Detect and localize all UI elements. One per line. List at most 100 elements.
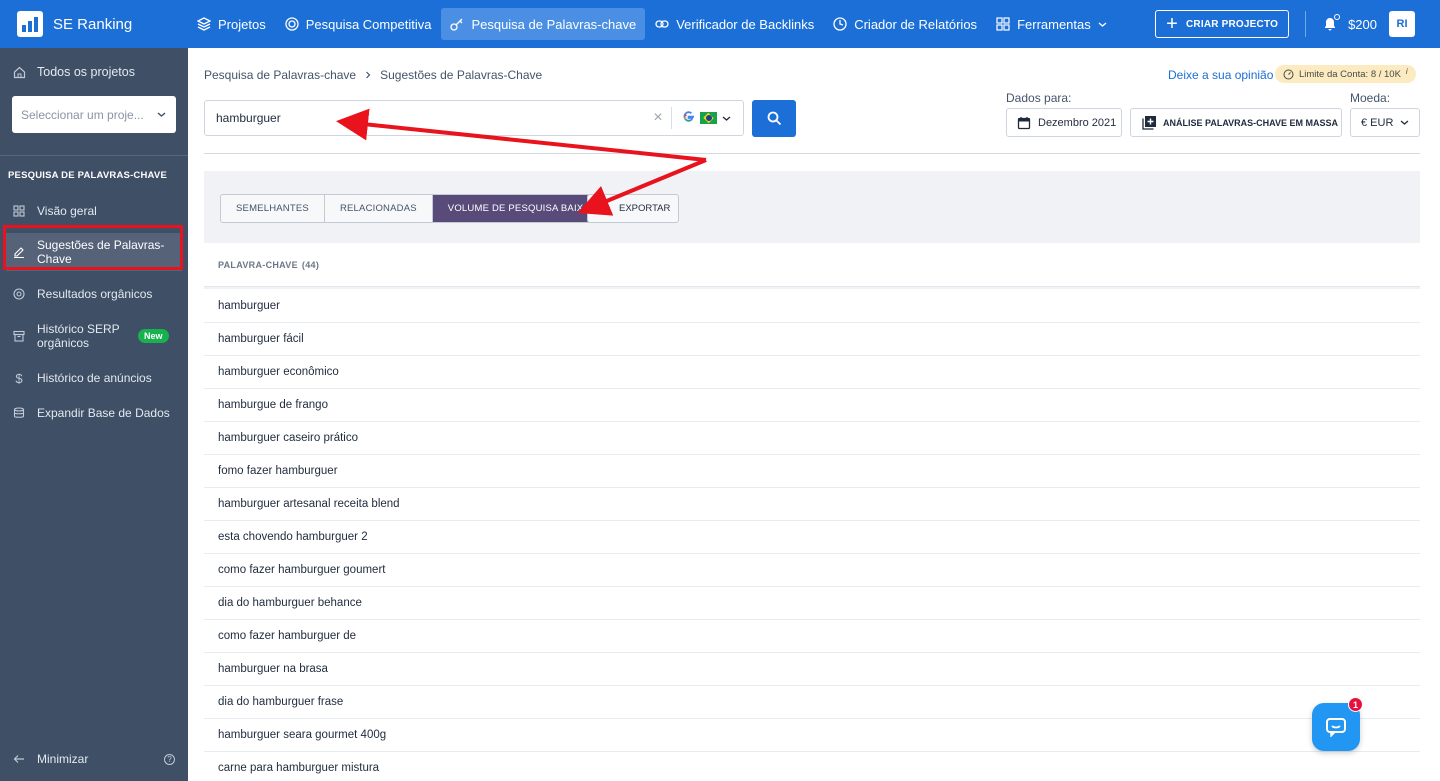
- divider: [1305, 11, 1307, 37]
- sidebar-item-label: Histórico SERP orgânicos: [37, 322, 120, 350]
- table-row[interactable]: hamburguer econômico: [204, 355, 1420, 388]
- column-header-keyword[interactable]: PALAVRA-CHAVE: [218, 260, 298, 270]
- nav-label: Pesquisa de Palavras-chave: [471, 16, 637, 32]
- date-picker-button[interactable]: Dezembro 2021: [1006, 108, 1122, 137]
- table-row[interactable]: fomo fazer hamburguer: [204, 454, 1420, 487]
- table-row[interactable]: hamburguer na brasa: [204, 652, 1420, 685]
- chat-notification-badge: 1: [1348, 697, 1363, 712]
- table-row[interactable]: hamburguer seara gourmet 400g: [204, 718, 1420, 751]
- table-header: PALAVRA-CHAVE (44): [204, 243, 1420, 287]
- chevron-down-icon: [157, 112, 166, 117]
- date-value: Dezembro 2021: [1038, 116, 1117, 129]
- nav-projetos[interactable]: Projetos: [188, 8, 275, 40]
- new-badge: New: [138, 329, 169, 343]
- table-row[interactable]: carne para hamburguer mistura: [204, 751, 1420, 781]
- breadcrumb-item[interactable]: Pesquisa de Palavras-chave: [204, 68, 356, 82]
- help-icon[interactable]: ?: [164, 753, 175, 765]
- scrollbar[interactable]: [1425, 48, 1440, 781]
- dollar-icon: $: [15, 370, 23, 386]
- clear-icon[interactable]: ×: [645, 109, 671, 127]
- brazil-flag-icon: [700, 112, 717, 124]
- account-balance[interactable]: $200: [1348, 17, 1377, 32]
- nav-ferramentas[interactable]: Ferramentas: [987, 8, 1116, 40]
- grid-icon: [13, 205, 25, 217]
- currency-select[interactable]: € EUR: [1350, 108, 1420, 137]
- nav-label: Verificador de Backlinks: [676, 16, 815, 32]
- target-icon: [285, 17, 299, 31]
- nav-pesquisa-palavras-chave[interactable]: Pesquisa de Palavras-chave: [441, 8, 646, 40]
- table-row[interactable]: hamburgue de frango: [204, 388, 1420, 421]
- project-select-placeholder: Seleccionar um proje...: [21, 107, 144, 122]
- chevron-down-icon: [1400, 120, 1409, 125]
- divider: [204, 153, 1420, 154]
- nav-label: Ferramentas: [1017, 16, 1091, 32]
- keyword-tabs: SEMELHANTES RELACIONADAS VOLUME DE PESQU…: [220, 194, 607, 223]
- feedback-link[interactable]: Deixe a sua opinião: [1168, 68, 1273, 82]
- results-panel: SEMELHANTES RELACIONADAS VOLUME DE PESQU…: [204, 171, 1420, 781]
- sidebar-item-resultados-organicos[interactable]: Resultados orgânicos: [0, 277, 188, 311]
- all-projects-label: Todos os projetos: [37, 65, 135, 79]
- chevron-down-icon: [722, 116, 731, 121]
- sidebar-item-label: Expandir Base de Dados: [37, 406, 170, 420]
- search-icon: [767, 111, 781, 126]
- table-row[interactable]: hamburguer caseiro prático: [204, 421, 1420, 454]
- search-input-value[interactable]: hamburguer: [205, 111, 645, 125]
- table-row[interactable]: dia do hamburguer behance: [204, 586, 1420, 619]
- top-navigation-bar: SE Ranking Projetos Pesquisa Competitiva…: [0, 0, 1440, 48]
- key-icon: [450, 18, 463, 31]
- main-nav: Projetos Pesquisa Competitiva Pesquisa d…: [188, 0, 1117, 48]
- keyword-count: (44): [301, 259, 320, 270]
- google-icon: [682, 110, 695, 126]
- table-row[interactable]: hamburguer: [204, 289, 1420, 322]
- table-row[interactable]: hamburguer fácil: [204, 322, 1420, 355]
- info-icon[interactable]: i: [1406, 67, 1408, 76]
- bulk-keyword-analysis-button[interactable]: ANÁLISE PALAVRAS-CHAVE EM MASSA: [1130, 108, 1342, 137]
- table-row[interactable]: como fazer hamburguer goumert: [204, 553, 1420, 586]
- create-project-button[interactable]: + CRIAR PROJECTO: [1155, 10, 1290, 38]
- main-content: Pesquisa de Palavras-chave Sugestões de …: [188, 48, 1440, 781]
- grid-icon: [996, 17, 1010, 31]
- annotation-highlight-box: [3, 225, 183, 270]
- table-row[interactable]: como fazer hamburguer de: [204, 619, 1420, 652]
- keyword-search-input[interactable]: hamburguer ×: [204, 100, 744, 136]
- sidebar-item-expandir-base[interactable]: Expandir Base de Dados: [0, 395, 188, 431]
- chat-icon: [1326, 718, 1346, 737]
- table-row[interactable]: dia do hamburguer frase: [204, 685, 1420, 718]
- breadcrumb: Pesquisa de Palavras-chave Sugestões de …: [204, 68, 542, 82]
- sidebar-item-visao-geral[interactable]: Visão geral: [0, 195, 188, 227]
- app-logo[interactable]: SE Ranking: [0, 11, 188, 37]
- search-engine-select[interactable]: [672, 110, 743, 126]
- sidebar-item-historico-serp[interactable]: Histórico SERP orgânicos New: [0, 311, 188, 361]
- tab-semelhantes[interactable]: SEMELHANTES: [221, 195, 325, 222]
- currency-label: Moeda:: [1350, 91, 1391, 105]
- tab-volume-pesquisa-baixo[interactable]: VOLUME DE PESQUISA BAIXO: [432, 195, 606, 222]
- minimize-sidebar-button[interactable]: Minimizar ?: [0, 747, 188, 771]
- nav-label: Projetos: [218, 16, 266, 32]
- tab-relacionadas[interactable]: RELACIONADAS: [325, 195, 433, 222]
- user-avatar[interactable]: RI: [1389, 11, 1415, 37]
- sidebar-item-historico-anuncios[interactable]: $ Histórico de anúncios: [0, 361, 188, 395]
- archive-icon: [13, 330, 25, 342]
- all-projects-link[interactable]: Todos os projetos: [0, 48, 188, 96]
- clock-icon: [833, 17, 847, 31]
- data-for-label: Dados para:: [1006, 91, 1072, 105]
- sidebar-item-label: Histórico de anúncios: [37, 371, 152, 385]
- nav-label: Criador de Relatórios: [854, 16, 978, 32]
- account-limit-text: Limite da Conta: 8 / 10K: [1299, 68, 1401, 80]
- project-select[interactable]: Seleccionar um proje...: [12, 96, 176, 133]
- notifications-bell-icon[interactable]: [1322, 14, 1341, 32]
- nav-label: Pesquisa Competitiva: [305, 16, 432, 32]
- table-row[interactable]: hamburguer artesanal receita blend: [204, 487, 1420, 520]
- bulk-analysis-label: ANÁLISE PALAVRAS-CHAVE EM MASSA: [1163, 117, 1339, 128]
- nav-verificador-backlinks[interactable]: Verificador de Backlinks: [646, 8, 823, 40]
- chevron-down-icon: [1098, 22, 1107, 27]
- section-title: PESQUISA DE PALAVRAS-CHAVE: [8, 170, 167, 181]
- nav-criador-relatorios[interactable]: Criador de Relatórios: [824, 8, 986, 40]
- export-button[interactable]: EXPORTAR: [587, 194, 679, 223]
- gauge-icon: [1283, 69, 1294, 79]
- nav-pesquisa-competitiva[interactable]: Pesquisa Competitiva: [276, 8, 441, 40]
- app-name: SE Ranking: [53, 15, 133, 33]
- table-row[interactable]: esta chovendo hamburguer 2: [204, 520, 1420, 553]
- target-icon: [13, 288, 25, 300]
- search-button[interactable]: [752, 100, 796, 137]
